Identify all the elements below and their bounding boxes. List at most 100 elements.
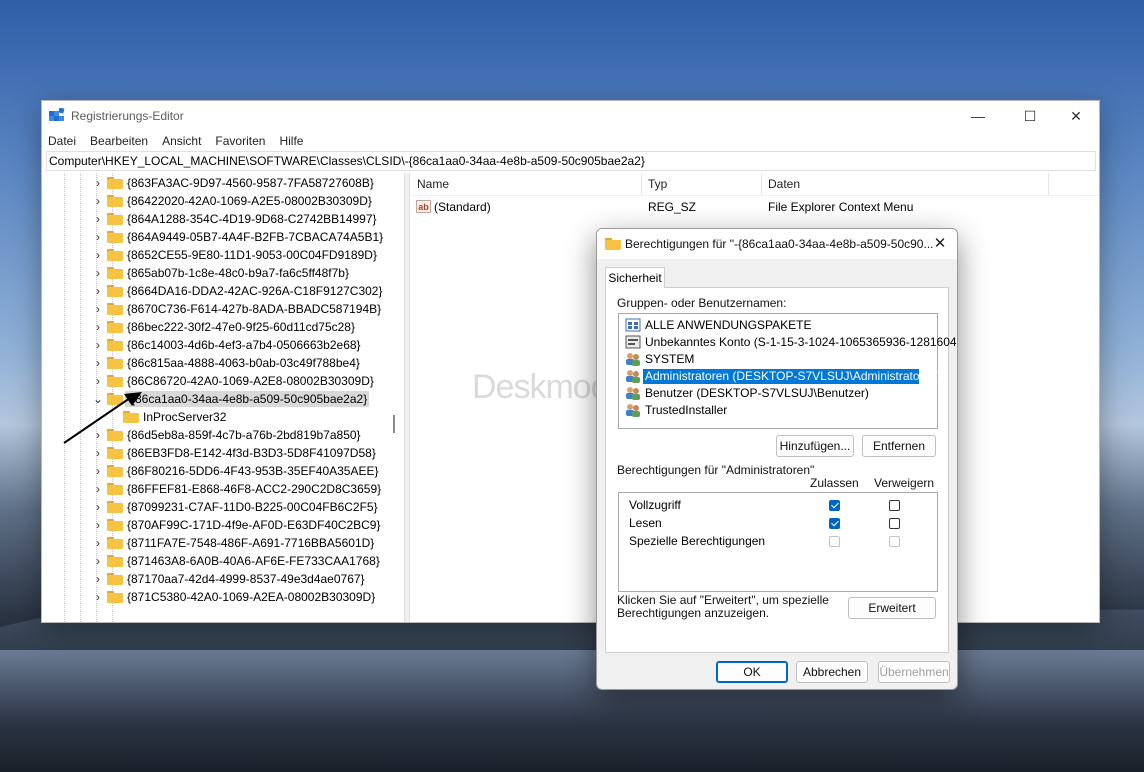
cancel-button[interactable]: Abbrechen xyxy=(796,661,868,683)
package-icon xyxy=(625,318,641,332)
tree-item[interactable]: › {86F80216-5DD6-4F43-953B-35EF40A35AEE} xyxy=(42,462,402,480)
user-list-item[interactable]: Unbekanntes Konto (S-1-15-3-1024-1065365… xyxy=(623,334,957,351)
tree-item[interactable]: › {870AF99C-171D-4f9e-AF0D-E63DF40C2BC9} xyxy=(42,516,402,534)
user-list-item[interactable]: Administratoren (DESKTOP-S7VLSUJ\Adminis… xyxy=(623,368,941,385)
tree-item-label: {87170aa7-42d4-4999-8537-49e3d4ae0767} xyxy=(127,572,365,586)
remove-button[interactable]: Entfernen xyxy=(862,435,936,457)
permissions-dialog: Berechtigungen für "-{86ca1aa0-34aa-4e8b… xyxy=(596,228,958,690)
chevron-right-icon[interactable]: › xyxy=(93,336,103,354)
dialog-title: Berechtigungen für "-{86ca1aa0-34aa-4e8b… xyxy=(625,237,934,251)
chevron-right-icon[interactable]: › xyxy=(93,300,103,318)
chevron-right-icon[interactable]: › xyxy=(93,462,103,480)
chevron-right-icon[interactable]: › xyxy=(93,570,103,588)
tree-item[interactable]: › {86c14003-4d6b-4ef3-a7b4-0506663b2e68} xyxy=(42,336,402,354)
chevron-right-icon[interactable]: › xyxy=(93,588,103,606)
dialog-close-button[interactable]: ✕ xyxy=(923,229,957,259)
user-list-item[interactable]: SYSTEM xyxy=(623,351,935,368)
tree-item[interactable]: › {8652CE55-9E80-11D1-9053-00C04FD9189D} xyxy=(42,246,402,264)
chevron-right-icon[interactable]: › xyxy=(93,516,103,534)
chevron-right-icon[interactable]: › xyxy=(93,246,103,264)
tree-item-label: {870AF99C-171D-4f9e-AF0D-E63DF40C2BC9} xyxy=(127,518,381,532)
tree-item[interactable]: › {864A9449-05B7-4A4F-B2FB-7CBACA74A5B1} xyxy=(42,228,402,246)
chevron-right-icon[interactable]: › xyxy=(93,264,103,282)
permission-row: Vollzugriff xyxy=(619,496,937,514)
column-name[interactable]: Name xyxy=(417,177,449,191)
chevron-right-icon[interactable]: › xyxy=(93,174,103,192)
user-list-item[interactable]: Benutzer (DESKTOP-S7VLSUJ\Benutzer) xyxy=(623,385,935,402)
allow-checkbox[interactable] xyxy=(829,500,840,511)
tree-item[interactable]: › {87170aa7-42d4-4999-8537-49e3d4ae0767} xyxy=(42,570,402,588)
tree-item[interactable]: › {871C5380-42A0-1069-A2EA-08002B30309D} xyxy=(42,588,402,606)
column-type[interactable]: Typ xyxy=(648,177,667,191)
column-separator[interactable] xyxy=(761,173,762,195)
chevron-right-icon[interactable]: › xyxy=(93,228,103,246)
folder-icon xyxy=(107,321,123,333)
deny-checkbox[interactable] xyxy=(889,500,900,511)
tree-item[interactable]: › {871463A8-6A0B-40A6-AF6E-FE733CAA1768} xyxy=(42,552,402,570)
ok-button[interactable]: OK xyxy=(716,661,788,683)
tree-item[interactable]: › {864A1288-354C-4D19-9D68-C2742BB14997} xyxy=(42,210,402,228)
add-button[interactable]: Hinzufügen... xyxy=(776,435,854,457)
menu-hilfe[interactable]: Hilfe xyxy=(279,131,303,151)
chevron-right-icon[interactable]: › xyxy=(93,498,103,516)
chevron-right-icon[interactable]: › xyxy=(93,372,103,390)
apply-button[interactable]: Übernehmen xyxy=(878,661,950,683)
tree-item[interactable]: › {86C86720-42A0-1069-A2E8-08002B30309D} xyxy=(42,372,402,390)
column-separator[interactable] xyxy=(641,173,642,195)
chevron-right-icon[interactable]: › xyxy=(93,318,103,336)
advanced-button[interactable]: Erweitert xyxy=(848,597,936,619)
tree-item[interactable]: › {86c815aa-4888-4063-b0ab-03c49f788be4} xyxy=(42,354,402,372)
chevron-right-icon[interactable]: › xyxy=(93,534,103,552)
folder-icon xyxy=(107,267,123,279)
minimize-button[interactable]: — xyxy=(955,101,1001,131)
tree-item-label: {86bec222-30f2-47e0-9f25-60d11cd75c28} xyxy=(127,320,355,334)
tree-item[interactable]: › {863FA3AC-9D97-4560-9587-7FA58727608B} xyxy=(42,174,402,192)
allow-checkbox[interactable] xyxy=(829,518,840,529)
value-name: (Standard) xyxy=(434,200,491,214)
menu-datei[interactable]: Datei xyxy=(48,131,76,151)
title-bar[interactable]: Registrierungs-Editor — ☐ ✕ xyxy=(42,101,1099,131)
tree-item[interactable]: › {87099231-C7AF-11D0-B225-00C04FB6C2F5} xyxy=(42,498,402,516)
chevron-right-icon[interactable]: › xyxy=(93,192,103,210)
tree-item[interactable]: › {86FFEF81-E868-46F8-ACC2-290C2D8C3659} xyxy=(42,480,402,498)
menu-bearbeiten[interactable]: Bearbeiten xyxy=(90,131,148,151)
chevron-right-icon[interactable]: › xyxy=(93,480,103,498)
advanced-hint-line-1: Klicken Sie auf "Erweitert", um speziell… xyxy=(617,593,829,607)
tree-item[interactable]: › {86bec222-30f2-47e0-9f25-60d11cd75c28} xyxy=(42,318,402,336)
list-row[interactable]: ab (Standard) REG_SZ File Explorer Conte… xyxy=(410,197,1099,217)
deny-header: Verweigern xyxy=(874,476,935,490)
deny-checkbox xyxy=(889,536,900,547)
deny-checkbox[interactable] xyxy=(889,518,900,529)
chevron-right-icon[interactable]: › xyxy=(93,210,103,228)
user-list-item[interactable]: TrustedInstaller xyxy=(623,402,935,419)
folder-icon xyxy=(107,465,123,477)
tree-item-label: {86FFEF81-E868-46F8-ACC2-290C2D8C3659} xyxy=(127,482,382,496)
registry-editor-icon xyxy=(49,108,65,121)
column-data[interactable]: Daten xyxy=(768,177,800,191)
chevron-right-icon[interactable]: › xyxy=(93,552,103,570)
tree-item[interactable]: › {8670C736-F614-427b-8ADA-BBADC587194B} xyxy=(42,300,402,318)
tree-item[interactable]: › {8711FA7E-7548-486F-A691-7716BBA5601D} xyxy=(42,534,402,552)
permission-row: Spezielle Berechtigungen xyxy=(619,532,937,550)
chevron-right-icon[interactable]: › xyxy=(93,282,103,300)
tree-item[interactable]: › {865ab07b-1c8e-48c0-b9a7-fa6c5ff48f7b} xyxy=(42,264,402,282)
permissions-list: Vollzugriff Lesen Spezielle Berechtigungen xyxy=(618,492,938,592)
tree-item[interactable]: › {8664DA16-DDA2-42AC-926A-C18F9127C302} xyxy=(42,282,402,300)
address-bar[interactable]: Computer\HKEY_LOCAL_MACHINE\SOFTWARE\Cla… xyxy=(46,151,1096,171)
account-icon xyxy=(625,335,641,349)
user-list[interactable]: ALLE ANWENDUNGSPAKETE Unbekanntes Konto (… xyxy=(618,313,957,429)
user-name: SYSTEM xyxy=(645,352,695,366)
user-list-item[interactable]: ALLE ANWENDUNGSPAKETE xyxy=(623,317,935,334)
folder-icon xyxy=(107,213,123,225)
dialog-title-bar[interactable]: Berechtigungen für "-{86ca1aa0-34aa-4e8b… xyxy=(597,229,957,259)
chevron-right-icon[interactable]: › xyxy=(93,354,103,372)
column-separator[interactable] xyxy=(1048,173,1049,195)
maximize-button[interactable]: ☐ xyxy=(1007,101,1053,131)
tree-item-label: {8670C736-F614-427b-8ADA-BBADC587194B} xyxy=(127,302,382,316)
tree-item[interactable]: › {86422020-42A0-1069-A2E5-08002B30309D} xyxy=(42,192,402,210)
tab-sicherheit[interactable]: Sicherheit xyxy=(605,267,665,288)
tree-item-label: {864A1288-354C-4D19-9D68-C2742BB14997} xyxy=(127,212,377,226)
close-button[interactable]: ✕ xyxy=(1053,101,1099,131)
menu-ansicht[interactable]: Ansicht xyxy=(162,131,201,151)
menu-favoriten[interactable]: Favoriten xyxy=(215,131,265,151)
